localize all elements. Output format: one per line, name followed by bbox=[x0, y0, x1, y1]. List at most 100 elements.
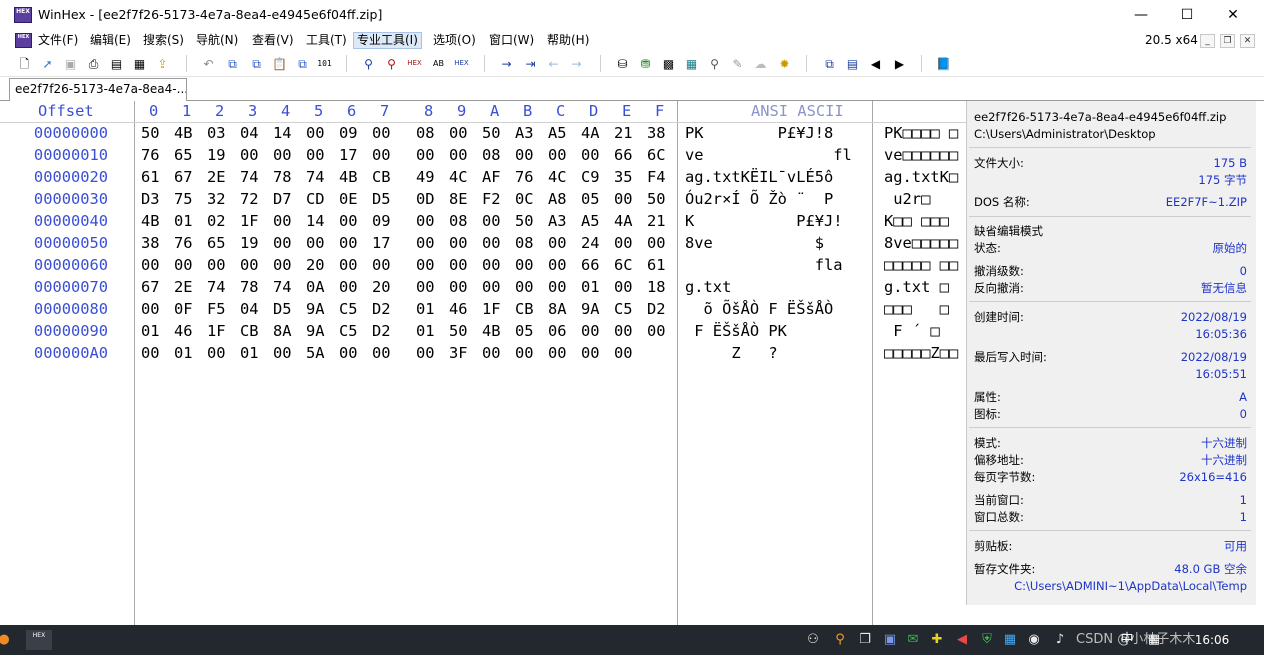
row-offset[interactable]: 00000020 bbox=[6, 168, 136, 186]
find-hex-icon[interactable]: ⚲ bbox=[383, 55, 400, 72]
hex-byte[interactable]: D2 bbox=[647, 300, 666, 318]
hex-byte[interactable]: 5A bbox=[306, 344, 325, 362]
document-menu-icon[interactable]: HEX bbox=[15, 33, 32, 48]
hex-byte[interactable]: 8E bbox=[449, 190, 468, 208]
menu-help[interactable]: 帮助(H) bbox=[544, 32, 592, 49]
hex-byte[interactable]: 00 bbox=[372, 256, 391, 274]
prev-icon[interactable]: ◀ bbox=[867, 55, 884, 72]
hex-byte[interactable]: 00 bbox=[141, 256, 160, 274]
hex-byte[interactable]: 50 bbox=[482, 124, 501, 142]
hex-byte[interactable]: 19 bbox=[240, 234, 259, 252]
hex-byte[interactable]: 08 bbox=[449, 212, 468, 230]
hex-byte[interactable]: 74 bbox=[306, 168, 325, 186]
close-icon[interactable]: ✕ bbox=[1210, 0, 1256, 30]
hex-byte[interactable]: 09 bbox=[339, 124, 358, 142]
hex-byte[interactable]: 19 bbox=[207, 146, 226, 164]
hex-byte[interactable]: CB bbox=[240, 322, 259, 340]
maximize-icon[interactable]: ☐ bbox=[1164, 0, 1210, 30]
hex-byte[interactable]: 4B bbox=[174, 124, 193, 142]
row-offset[interactable]: 00000080 bbox=[6, 300, 136, 318]
text-column[interactable]: u2r□ bbox=[884, 190, 966, 208]
hex-byte[interactable]: 0A bbox=[306, 278, 325, 296]
ansi-text[interactable]: ve fl bbox=[685, 146, 865, 164]
hex-byte[interactable]: CB bbox=[515, 300, 534, 318]
hex-byte[interactable]: 00 bbox=[416, 278, 435, 296]
hex-byte[interactable]: 1F bbox=[240, 212, 259, 230]
vm-tray-icon[interactable]: ▣ bbox=[880, 630, 900, 650]
hex-byte[interactable]: 4B bbox=[141, 212, 160, 230]
hex-byte[interactable]: 35 bbox=[614, 168, 633, 186]
hex-byte[interactable]: 4C bbox=[449, 168, 468, 186]
hex-byte[interactable]: D5 bbox=[273, 300, 292, 318]
hex-byte[interactable]: 01 bbox=[240, 344, 259, 362]
hex-byte[interactable]: 8A bbox=[548, 300, 567, 318]
hex-byte[interactable]: 00 bbox=[482, 234, 501, 252]
open-icon[interactable]: ➚ bbox=[39, 55, 56, 72]
hex-byte[interactable]: D2 bbox=[372, 322, 391, 340]
doc-close-icon[interactable]: ✕ bbox=[1240, 34, 1255, 48]
hex-byte[interactable]: 00 bbox=[273, 146, 292, 164]
hex-byte[interactable]: 0C bbox=[515, 190, 534, 208]
hex-byte[interactable]: 00 bbox=[482, 344, 501, 362]
goto-sector-icon[interactable]: ⇥ bbox=[522, 55, 539, 72]
hex-search-icon[interactable]: HEX bbox=[453, 55, 470, 72]
hex-byte[interactable]: 00 bbox=[240, 256, 259, 274]
plus-tray-icon[interactable]: ✚ bbox=[927, 630, 947, 650]
hex-byte[interactable]: 4B bbox=[482, 322, 501, 340]
hex-byte[interactable]: 4C bbox=[548, 168, 567, 186]
hex-byte[interactable]: 14 bbox=[273, 124, 292, 142]
hex-byte[interactable]: 00 bbox=[449, 124, 468, 142]
row-offset[interactable]: 00000060 bbox=[6, 256, 136, 274]
hex-byte[interactable]: 00 bbox=[240, 146, 259, 164]
hash-icon[interactable]: ✹ bbox=[776, 55, 793, 72]
menu-view[interactable]: 查看(V) bbox=[249, 32, 297, 49]
hex-byte[interactable]: 00 bbox=[141, 300, 160, 318]
calculator-icon[interactable]: ▦ bbox=[683, 55, 700, 72]
text-column[interactable]: F ´ □ bbox=[884, 322, 966, 340]
hex-byte[interactable]: 00 bbox=[581, 344, 600, 362]
hex-byte[interactable]: 00 bbox=[647, 234, 666, 252]
replace-hex-icon[interactable]: AB bbox=[430, 55, 447, 72]
row-offset[interactable]: 00000040 bbox=[6, 212, 136, 230]
hex-byte[interactable]: A5 bbox=[581, 212, 600, 230]
hex-byte[interactable]: 00 bbox=[614, 278, 633, 296]
hex-byte[interactable]: 00 bbox=[372, 146, 391, 164]
hex-byte[interactable]: 18 bbox=[647, 278, 666, 296]
menu-navigate[interactable]: 导航(N) bbox=[193, 32, 241, 49]
hex-byte[interactable]: C5 bbox=[614, 300, 633, 318]
hex-byte[interactable]: 00 bbox=[548, 278, 567, 296]
hex-byte[interactable]: 76 bbox=[174, 234, 193, 252]
shield-icon[interactable]: ⛨ bbox=[977, 630, 997, 650]
hex-byte[interactable]: 50 bbox=[449, 322, 468, 340]
hex-byte[interactable]: 00 bbox=[273, 234, 292, 252]
hex-byte[interactable]: 00 bbox=[548, 344, 567, 362]
hex-byte[interactable]: D2 bbox=[372, 300, 391, 318]
ansi-text[interactable]: õ ÕšÅÒ F ËŠšÅÒ bbox=[685, 300, 865, 318]
hex-byte[interactable]: 00 bbox=[548, 146, 567, 164]
volume-icon[interactable]: ◀ bbox=[952, 630, 972, 650]
hex-byte[interactable]: 00 bbox=[339, 344, 358, 362]
hex-byte[interactable]: 1F bbox=[207, 322, 226, 340]
paste-icon[interactable]: 📋 bbox=[271, 55, 288, 72]
row-offset[interactable]: 00000090 bbox=[6, 322, 136, 340]
text-column[interactable]: ag.txtK□ bbox=[884, 168, 966, 186]
row-offset[interactable]: 00000070 bbox=[6, 278, 136, 296]
hex-byte[interactable]: 17 bbox=[339, 146, 358, 164]
winhex-taskbar-icon[interactable]: HEX bbox=[26, 630, 52, 650]
image-icon[interactable]: ▩ bbox=[660, 55, 677, 72]
hex-byte[interactable]: C5 bbox=[339, 322, 358, 340]
hex-byte[interactable]: 32 bbox=[207, 190, 226, 208]
text-column[interactable]: 8ve□□□□□ bbox=[884, 234, 966, 252]
book-icon[interactable]: 📘 bbox=[935, 55, 952, 72]
browser-icon[interactable]: ● bbox=[0, 630, 14, 650]
hex-byte[interactable]: C5 bbox=[339, 300, 358, 318]
hex-byte[interactable]: 50 bbox=[515, 212, 534, 230]
hex-byte[interactable]: 00 bbox=[174, 256, 193, 274]
hex-byte[interactable]: CB bbox=[372, 168, 391, 186]
text-column[interactable]: □□□□□ □□ bbox=[884, 256, 966, 274]
clipboard-icon[interactable]: ⧉ bbox=[294, 55, 311, 72]
hex-byte[interactable]: 00 bbox=[339, 234, 358, 252]
hex-byte[interactable]: 01 bbox=[174, 212, 193, 230]
hex-byte[interactable]: 72 bbox=[240, 190, 259, 208]
hex-byte[interactable]: 09 bbox=[372, 212, 391, 230]
